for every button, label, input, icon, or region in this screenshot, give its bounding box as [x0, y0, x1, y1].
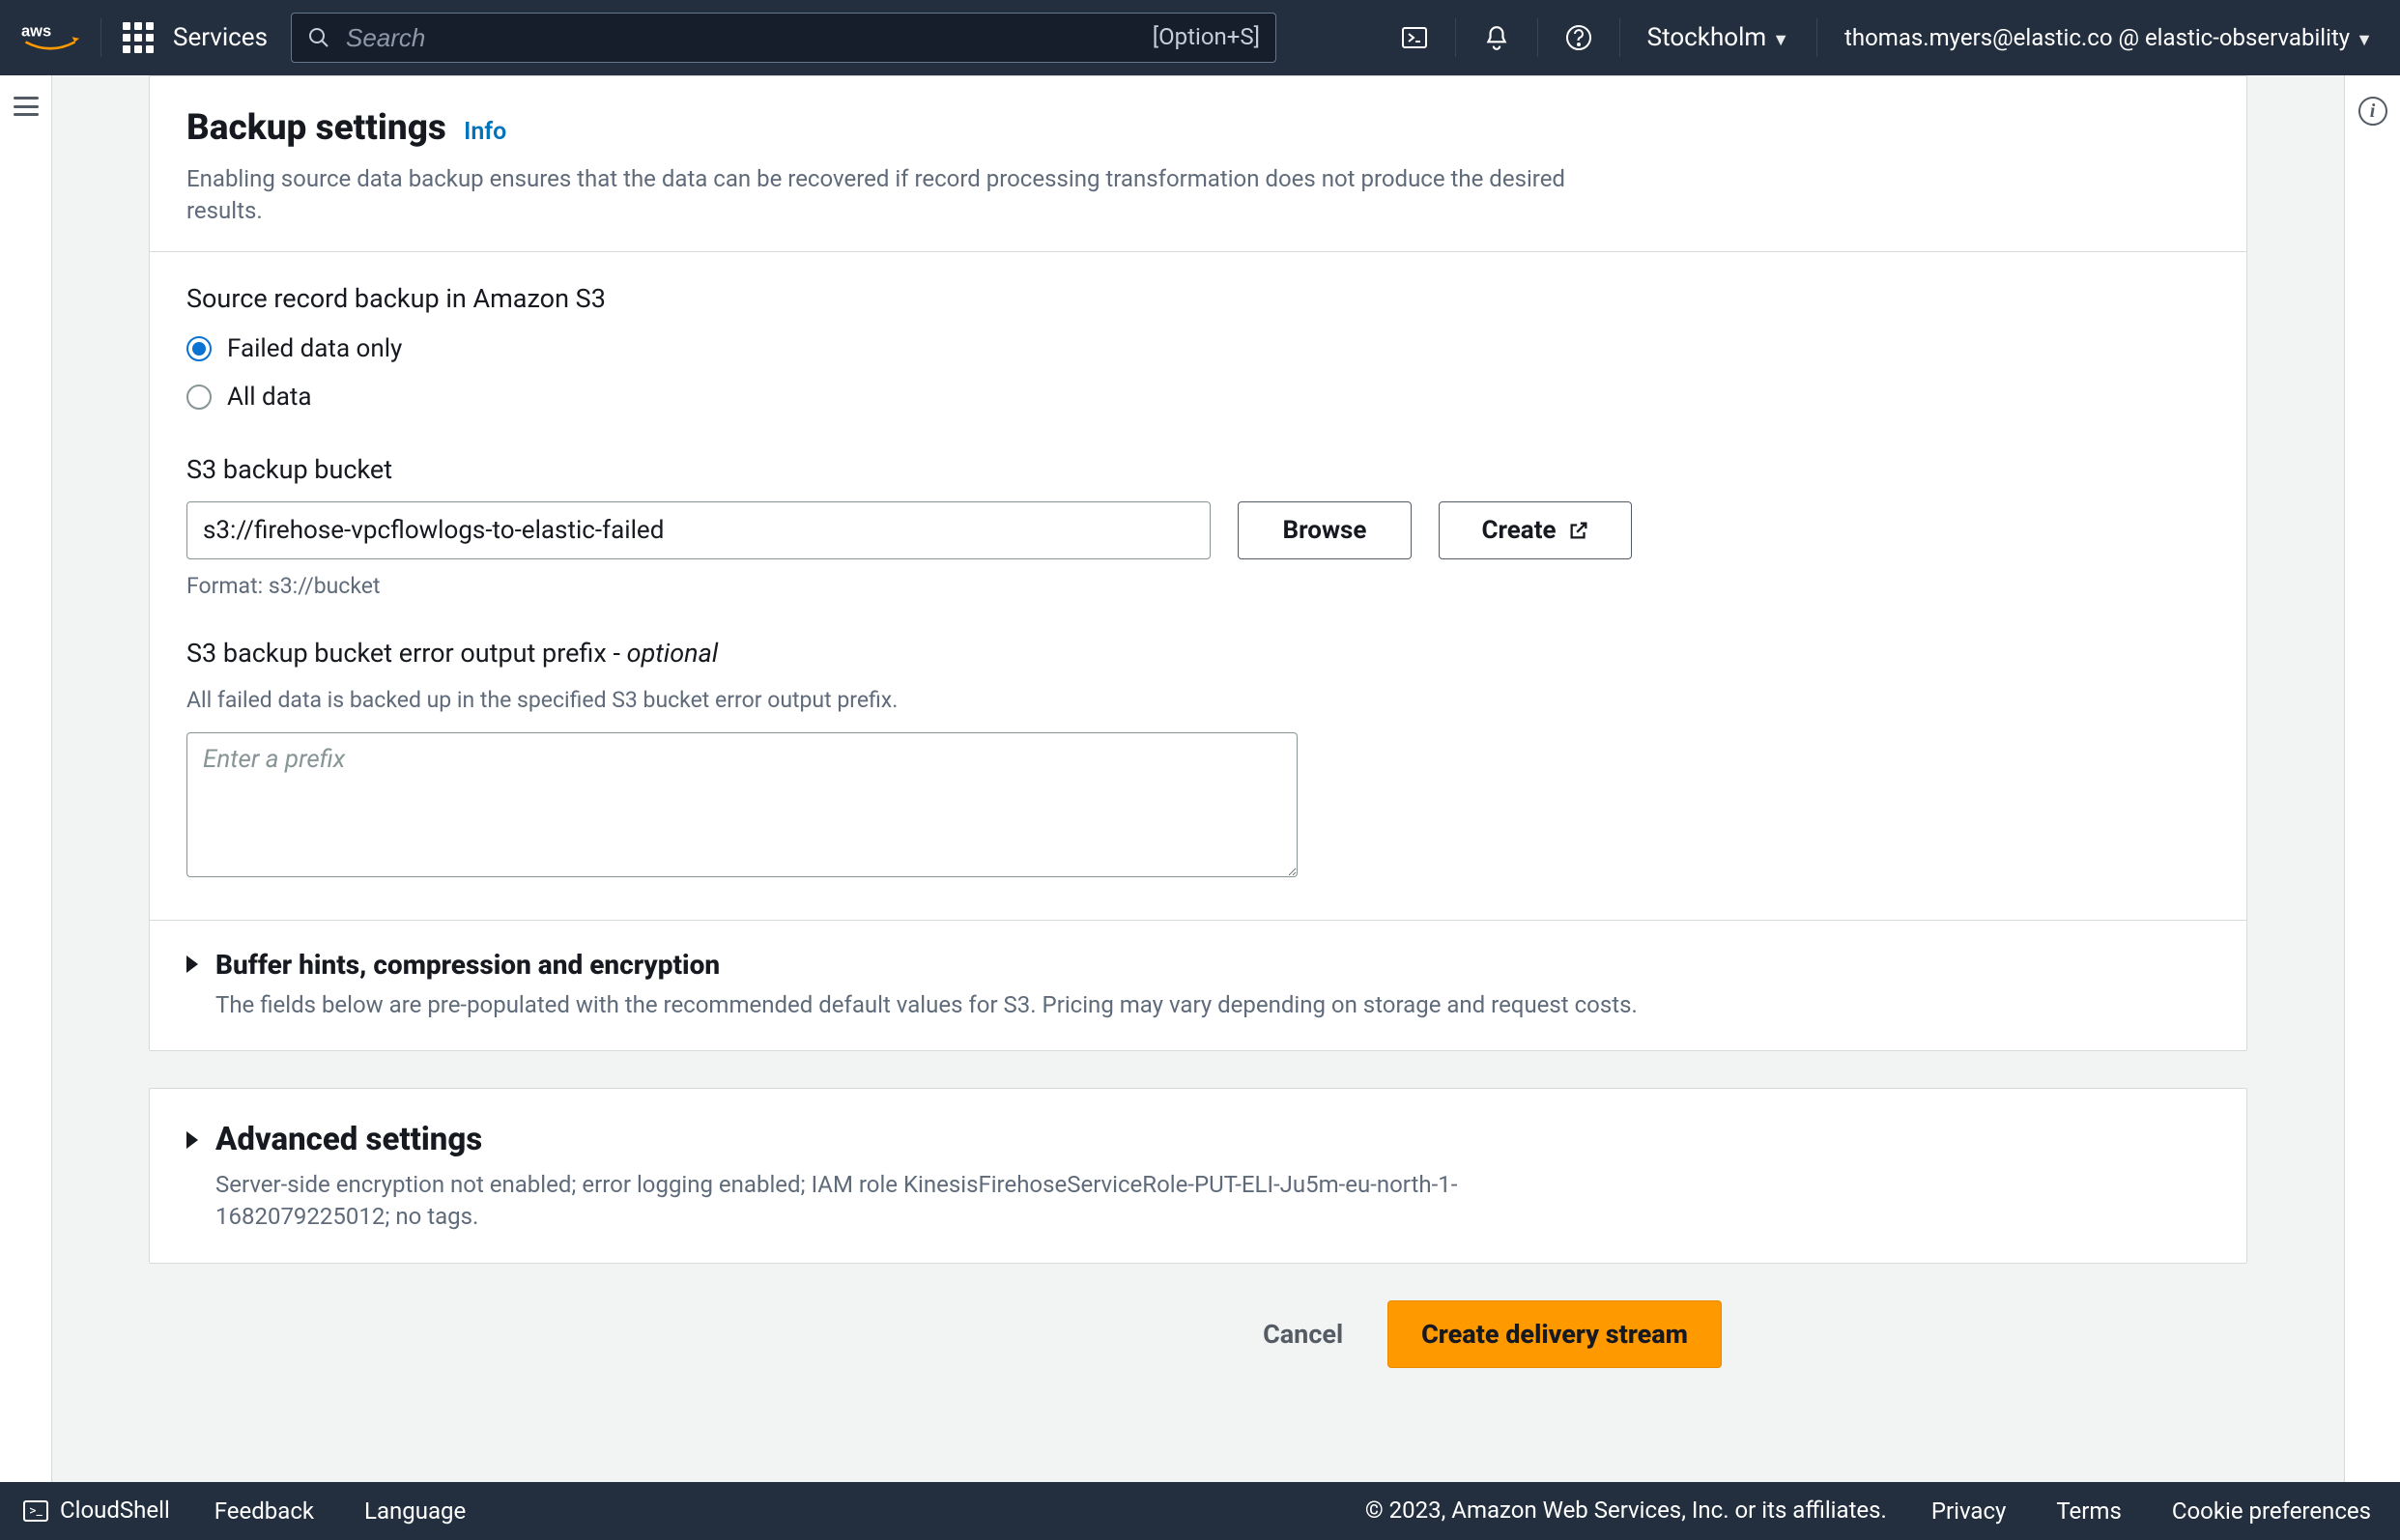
search-shortcut-hint: [Option+S]: [1153, 21, 1260, 54]
source-backup-label: Source record backup in Amazon S3: [186, 281, 2210, 318]
help-panel-icon[interactable]: i: [2358, 97, 2387, 126]
radio-label: All data: [227, 380, 312, 414]
nav-divider: [1619, 18, 1620, 57]
services-button[interactable]: Services: [167, 22, 273, 53]
backup-settings-description: Enabling source data backup ensures that…: [186, 163, 1636, 228]
nav-divider: [100, 18, 101, 57]
language-link[interactable]: Language: [358, 1497, 471, 1526]
browse-button[interactable]: Browse: [1238, 501, 1412, 559]
error-prefix-description: All failed data is backed up in the spec…: [186, 685, 2210, 716]
aws-logo-icon: aws: [21, 20, 79, 55]
cloudshell-nav-icon[interactable]: [1395, 18, 1434, 57]
s3-bucket-label: S3 backup bucket: [186, 452, 2210, 489]
svg-text:aws: aws: [21, 23, 51, 41]
create-bucket-button[interactable]: Create: [1439, 501, 1632, 559]
region-label: Stockholm: [1647, 23, 1767, 52]
s3-bucket-hint: Format: s3://bucket: [186, 571, 2210, 602]
global-search[interactable]: [Option+S]: [291, 13, 1276, 63]
right-rail: i: [2344, 75, 2400, 1482]
caret-right-icon: [186, 955, 198, 973]
notifications-icon[interactable]: [1477, 18, 1516, 57]
buffer-description: The fields below are pre-populated with …: [215, 989, 1638, 1022]
caret-down-icon: ▼: [1772, 30, 1789, 50]
radio-all-data[interactable]: All data: [186, 380, 2210, 414]
caret-right-icon: [186, 1131, 198, 1149]
page-layout: Backup settings Info Enabling source dat…: [0, 75, 2400, 1482]
footer: >_ CloudShell Feedback Language © 2023, …: [0, 1482, 2400, 1540]
advanced-title: Advanced settings: [215, 1118, 1529, 1162]
backup-settings-panel: Backup settings Info Enabling source dat…: [149, 75, 2247, 1051]
main-content: Backup settings Info Enabling source dat…: [52, 75, 2344, 1482]
cloudshell-button[interactable]: >_ CloudShell: [23, 1495, 170, 1527]
aws-logo[interactable]: aws: [21, 20, 79, 55]
nav-divider: [1816, 18, 1817, 57]
buffer-collapse-toggle[interactable]: Buffer hints, compression and encryption…: [186, 946, 2210, 1022]
radio-failed-data-only[interactable]: Failed data only: [186, 331, 2210, 366]
account-label: thomas.myers@elastic.co @ elastic-observ…: [1844, 24, 2350, 51]
buffer-title: Buffer hints, compression and encryption: [215, 946, 1638, 984]
advanced-collapse-toggle[interactable]: Advanced settings Server-side encryption…: [186, 1118, 2210, 1233]
radio-label: Failed data only: [227, 331, 402, 366]
nav-divider: [1455, 18, 1456, 57]
hamburger-menu-icon[interactable]: [14, 97, 39, 116]
buffer-section: Buffer hints, compression and encryption…: [150, 920, 2246, 1051]
services-grid-icon[interactable]: [123, 22, 154, 53]
backup-settings-header: Backup settings Info Enabling source dat…: [150, 76, 2246, 252]
cookie-preferences-link[interactable]: Cookie preferences: [2166, 1497, 2377, 1526]
error-prefix-label: S3 backup bucket error output prefix - o…: [186, 636, 2210, 672]
advanced-section: Advanced settings Server-side encryption…: [150, 1089, 2246, 1262]
feedback-link[interactable]: Feedback: [209, 1497, 320, 1526]
cloudshell-label: CloudShell: [60, 1495, 170, 1527]
external-link-icon: [1568, 520, 1589, 541]
s3-bucket-input[interactable]: [186, 501, 1211, 559]
terms-link[interactable]: Terms: [2050, 1497, 2127, 1526]
nav-divider: [1537, 18, 1538, 57]
top-nav: aws Services [Option+S] Stockholm▼: [0, 0, 2400, 75]
search-input[interactable]: [344, 22, 1139, 54]
radio-dot-icon: [186, 385, 212, 410]
backup-settings-body: Source record backup in Amazon S3 Failed…: [150, 252, 2246, 920]
create-bucket-label: Create: [1481, 516, 1556, 545]
region-selector[interactable]: Stockholm▼: [1642, 22, 1795, 53]
account-menu[interactable]: thomas.myers@elastic.co @ elastic-observ…: [1839, 23, 2379, 52]
source-backup-radio-group: Failed data only All data: [186, 331, 2210, 415]
help-icon[interactable]: [1559, 18, 1598, 57]
error-prefix-textarea[interactable]: [186, 732, 1298, 877]
left-rail: [0, 75, 52, 1482]
caret-down-icon: ▼: [2356, 30, 2373, 50]
form-actions: Cancel Create delivery stream: [149, 1300, 1722, 1368]
advanced-description: Server-side encryption not enabled; erro…: [215, 1169, 1529, 1234]
privacy-link[interactable]: Privacy: [1926, 1497, 2013, 1526]
create-delivery-stream-button[interactable]: Create delivery stream: [1387, 1300, 1722, 1368]
cancel-button[interactable]: Cancel: [1247, 1309, 1358, 1359]
advanced-settings-panel: Advanced settings Server-side encryption…: [149, 1088, 2247, 1263]
cloudshell-icon: >_: [23, 1500, 48, 1522]
backup-info-link[interactable]: Info: [464, 118, 506, 146]
backup-settings-title: Backup settings: [186, 107, 446, 149]
search-icon: [307, 26, 330, 49]
copyright-text: © 2023, Amazon Web Services, Inc. or its…: [1365, 1495, 1887, 1527]
radio-dot-icon: [186, 336, 212, 361]
